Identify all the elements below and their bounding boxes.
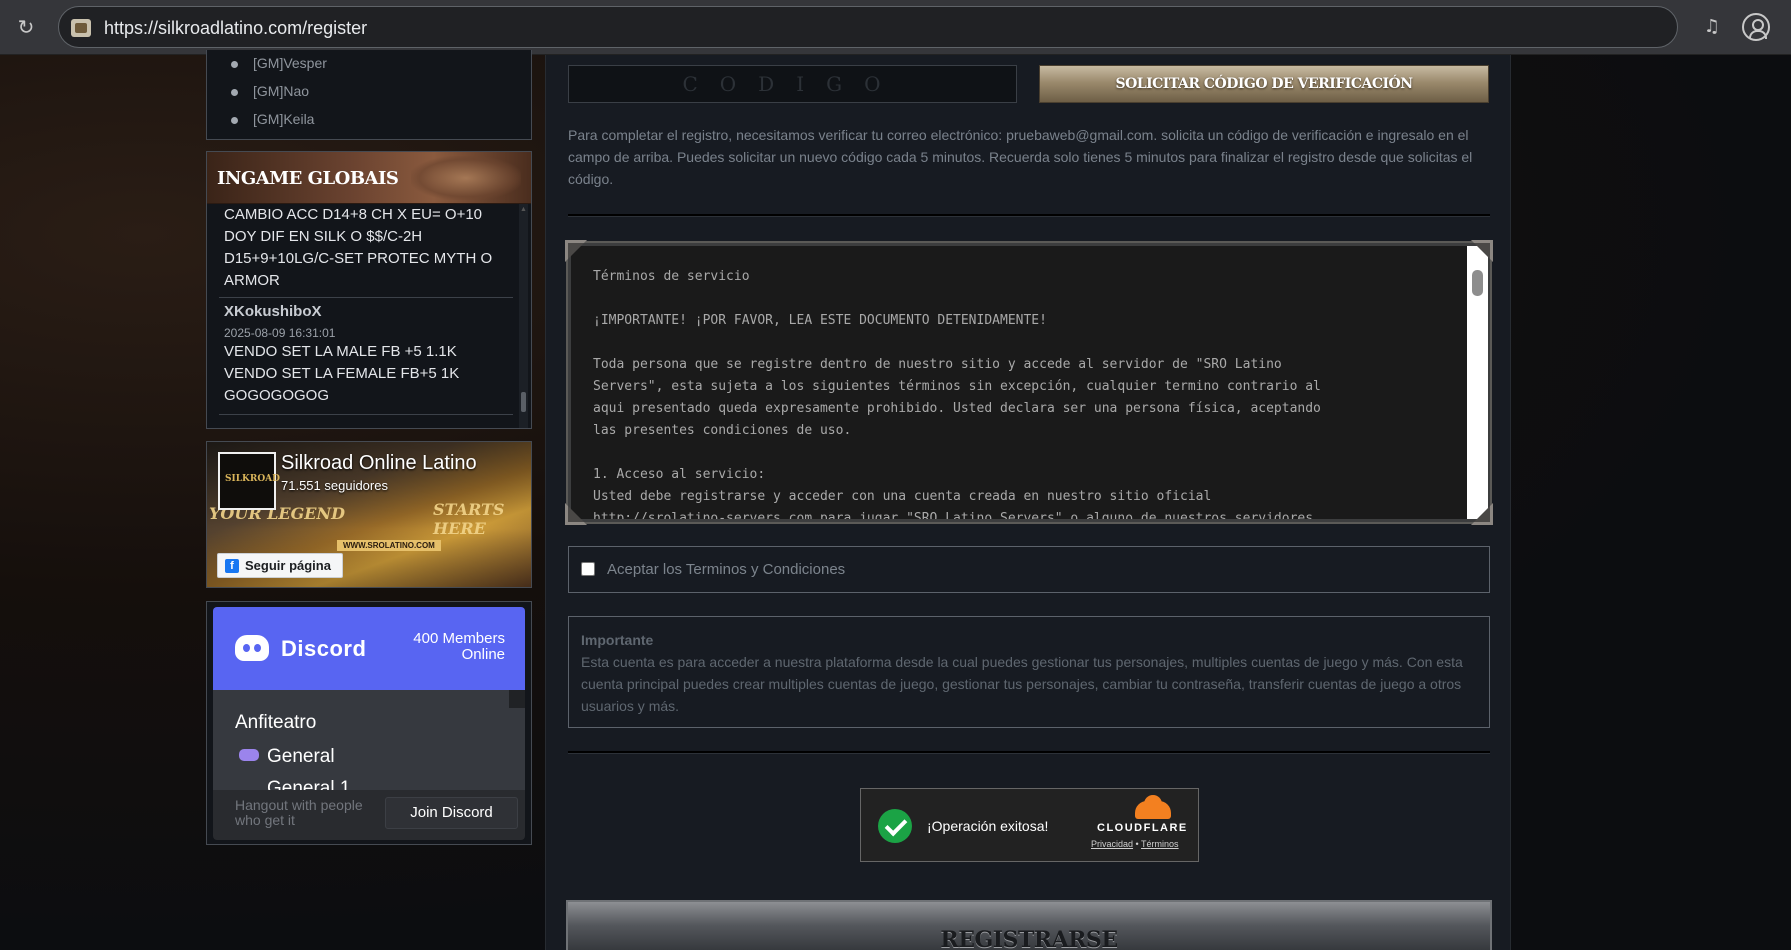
important-notice: Importante Esta cuenta es para acceder a…	[568, 616, 1490, 728]
gm-list-item: [GM]Keila	[230, 111, 315, 127]
global-message-line: VENDO SET LA MALE FB +5 1.1K	[224, 343, 457, 360]
global-message-line: ARMOR	[224, 272, 280, 289]
gm-list-item: [GM]Nao	[230, 83, 310, 99]
terms-scrollbar[interactable]	[1467, 246, 1488, 519]
cloudflare-captcha-widget[interactable]: ¡Operación exitosa! CLOUDFLARE Privacida…	[860, 788, 1199, 862]
register-form-column: SOLICITAR CÓDIGO DE VERIFICACIÓN Para co…	[545, 55, 1511, 950]
discord-scrollbar[interactable]	[509, 690, 525, 708]
discord-members-count: 400 Members	[413, 630, 505, 647]
terms-of-service-frame: Términos de servicio ¡IMPORTANTE! ¡POR F…	[565, 240, 1493, 525]
discord-channel-name: General	[267, 746, 335, 767]
address-bar[interactable]: https://silkroadlatino.com/register	[58, 6, 1678, 48]
important-notice-title: Importante	[581, 632, 654, 648]
discord-members-online: 400 Members Online	[413, 631, 505, 663]
accept-terms-checkbox[interactable]	[581, 562, 595, 576]
facebook-icon: f	[225, 559, 239, 573]
cover-website-text: WWW.SROLATINO.COM	[337, 540, 441, 551]
discord-members-status: Online	[461, 646, 505, 663]
gm-list-panel: [GM]Vesper [GM]Nao [GM]Keila	[206, 50, 532, 140]
facebook-page-logo[interactable]: SILKROAD	[218, 452, 280, 510]
cloudflare-logo-icon	[1135, 795, 1171, 819]
section-divider	[568, 751, 1490, 754]
reload-icon[interactable]: ↻	[12, 13, 40, 41]
facebook-page-name[interactable]: Silkroad Online Latino	[281, 452, 477, 475]
global-message-line: CAMBIO ACC D14+8 CH X EU= O+10	[224, 206, 483, 223]
globals-scrollbar[interactable]	[519, 204, 528, 428]
global-message-user: XKokushiboX	[224, 303, 322, 320]
site-favicon-icon	[71, 19, 91, 37]
facebook-page-widget[interactable]: SILKROAD Silkroad Online Latino 71.551 s…	[206, 441, 532, 588]
discord-widget-header: Discord 400 Members Online	[213, 607, 525, 690]
media-controls-icon[interactable]: ♫	[1698, 13, 1726, 41]
success-check-icon	[878, 809, 912, 843]
verification-code-input[interactable]	[568, 65, 1017, 103]
discord-logo-icon	[235, 635, 269, 661]
register-button[interactable]: REGISTRARSE	[566, 900, 1492, 950]
global-message-divider	[219, 414, 513, 415]
browser-toolbar: ↻ https://silkroadlatino.com/register ♫	[0, 0, 1791, 55]
discord-channel-item[interactable]: General 1	[267, 778, 350, 790]
discord-wordmark: Discord	[281, 636, 367, 661]
discord-channel-list[interactable]: Anfiteatro General General 1	[213, 690, 525, 790]
discord-tagline: Hangout with people who get it	[235, 797, 363, 828]
gamepad-icon	[239, 749, 259, 761]
discord-channel-item[interactable]: General	[239, 746, 335, 768]
important-notice-text: Esta cuenta es para acceder a nuestra pl…	[581, 654, 1463, 714]
ingame-globals-panel: INGAME GLOBAIS CAMBIO ACC D14+8 CH X EU=…	[206, 151, 532, 429]
captcha-link-separator: •	[1135, 839, 1139, 849]
url-text[interactable]: https://silkroadlatino.com/register	[104, 18, 367, 39]
global-message-line: DOY DIF EN SILK O $$/C-2H	[224, 228, 423, 245]
terms-of-service-text[interactable]: Términos de servicio ¡IMPORTANTE! ¡POR F…	[571, 246, 1467, 519]
global-message-line: VENDO SET LA FEMALE FB+5 1K	[224, 365, 460, 382]
global-message-line: D15+9+10LG/C-SET PROTEC MYTH O	[224, 250, 493, 267]
globals-scrollbar-thumb[interactable]	[521, 392, 526, 412]
facebook-follow-label: Seguir página	[245, 558, 331, 573]
gm-list-item: [GM]Vesper	[231, 55, 327, 71]
discord-widget-footer: Hangout with people who get it Join Disc…	[213, 790, 525, 840]
section-divider	[568, 214, 1490, 217]
global-message-line: GOGOGOGOG	[224, 387, 330, 404]
profile-icon[interactable]	[1742, 13, 1770, 41]
terms-scrollbar-thumb[interactable]	[1472, 270, 1483, 296]
accept-terms-row[interactable]: Aceptar los Terminos y Condiciones	[568, 546, 1490, 593]
request-verification-code-button[interactable]: SOLICITAR CÓDIGO DE VERIFICACIÓN	[1039, 65, 1489, 103]
cover-slogan-right: STARTS HERE	[433, 500, 505, 538]
global-message-date: 2025-08-09 16:31:01	[224, 326, 336, 340]
verification-info-text: Para completar el registro, necesitamos …	[568, 127, 1473, 187]
discord-channel-category: Anfiteatro	[235, 712, 317, 733]
globals-title: INGAME GLOBAIS	[217, 168, 399, 189]
register-button-label: REGISTRARSE	[940, 926, 1118, 950]
discord-widget: Discord 400 Members Online Anfiteatro Ge…	[206, 601, 532, 845]
captcha-status-text: ¡Operación exitosa!	[927, 818, 1049, 834]
page-logo-mark: SILKROAD	[225, 474, 280, 484]
facebook-follow-button[interactable]: f Seguir página	[217, 553, 343, 578]
captcha-links: Privacidad • Términos	[1091, 839, 1179, 849]
captcha-privacy-link[interactable]: Privacidad	[1091, 839, 1133, 849]
facebook-followers-count: 71.551 seguidores	[281, 478, 388, 493]
cloudflare-brand-text: CLOUDFLARE	[1097, 822, 1188, 834]
accept-terms-label[interactable]: Aceptar los Terminos y Condiciones	[607, 561, 845, 578]
global-message-divider	[219, 297, 513, 298]
globals-feed[interactable]: CAMBIO ACC D14+8 CH X EU= O+10 DOY DIF E…	[207, 204, 531, 428]
globals-header-banner: INGAME GLOBAIS	[207, 152, 531, 204]
join-discord-button[interactable]: Join Discord	[385, 797, 518, 829]
captcha-terms-link[interactable]: Términos	[1141, 839, 1179, 849]
